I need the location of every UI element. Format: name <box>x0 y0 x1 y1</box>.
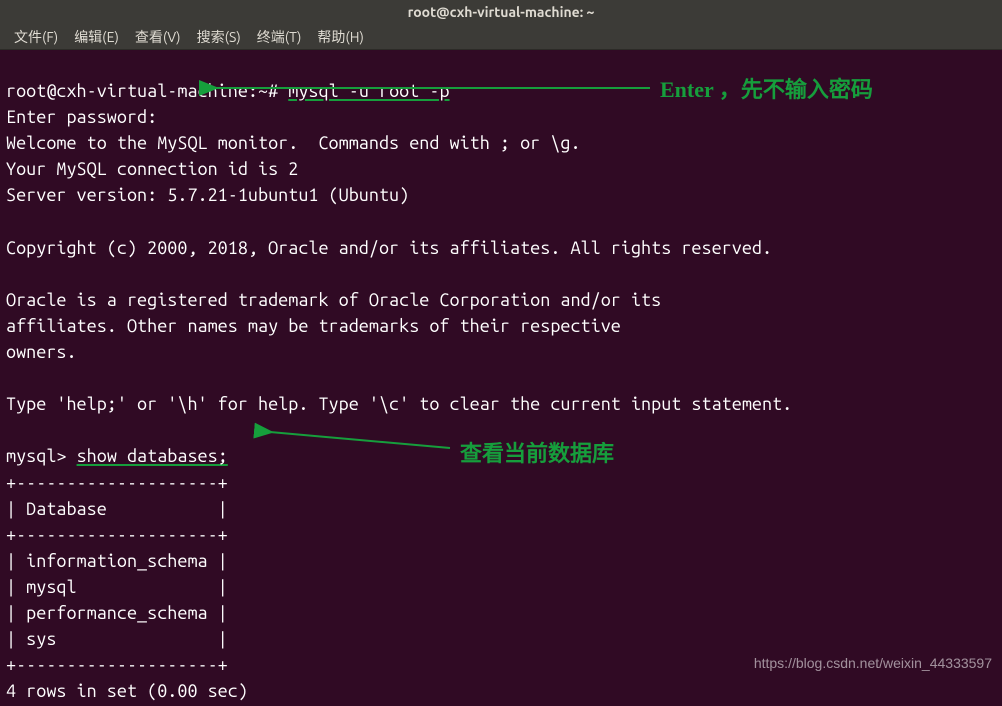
help-line: Type 'help;' or '\h' for help. Type '\c'… <box>6 394 792 414</box>
server-version-line: Server version: 5.7.21-1ubuntu1 (Ubuntu) <box>6 185 409 205</box>
welcome-line: Welcome to the MySQL monitor. Commands e… <box>6 133 581 153</box>
table-header: | Database | <box>6 499 228 519</box>
enter-password-line: Enter password: <box>6 107 167 127</box>
menu-file[interactable]: 文件(F) <box>8 25 64 49</box>
table-row: | sys | <box>6 629 228 649</box>
mysql-login-command: mysql -u root -p <box>288 81 449 101</box>
window-title: root@cxh-virtual-machine: ~ <box>408 4 595 20</box>
menu-edit[interactable]: 编辑(E) <box>68 25 125 49</box>
table-row: | information_schema | <box>6 551 228 571</box>
annotation-enter-password: Enter ，先不输入密码 <box>660 72 873 104</box>
trademark-line-3: owners. <box>6 342 77 362</box>
menu-search[interactable]: 搜索(S) <box>191 25 247 49</box>
table-row: | performance_schema | <box>6 603 228 623</box>
mysql-prompt: mysql> <box>6 446 66 466</box>
window-titlebar: root@cxh-virtual-machine: ~ <box>0 0 1002 24</box>
trademark-line-2: affiliates. Other names may be trademark… <box>6 316 621 336</box>
table-border-top: +--------------------+ <box>6 473 228 493</box>
watermark: https://blog.csdn.net/weixin_44333597 <box>754 655 992 671</box>
rows-in-set-line: 4 rows in set (0.00 sec) <box>6 681 248 701</box>
table-border-mid: +--------------------+ <box>6 525 228 545</box>
trademark-line-1: Oracle is a registered trademark of Orac… <box>6 290 661 310</box>
show-databases-command: show databases; <box>77 446 228 466</box>
annotation-show-databases: 查看当前数据库 <box>460 436 614 468</box>
shell-prompt: root@cxh-virtual-machine:~# <box>6 81 278 101</box>
menu-terminal[interactable]: 终端(T) <box>251 25 308 49</box>
menu-help[interactable]: 帮助(H) <box>311 25 370 49</box>
table-border-bottom: +--------------------+ <box>6 655 228 675</box>
copyright-line: Copyright (c) 2000, 2018, Oracle and/or … <box>6 238 772 258</box>
menubar: 文件(F) 编辑(E) 查看(V) 搜索(S) 终端(T) 帮助(H) <box>0 24 1002 50</box>
menu-view[interactable]: 查看(V) <box>129 25 187 49</box>
table-row: | mysql | <box>6 577 228 597</box>
connection-id-line: Your MySQL connection id is 2 <box>6 159 298 179</box>
terminal-area[interactable]: root@cxh-virtual-machine:~# mysql -u roo… <box>0 50 1002 706</box>
